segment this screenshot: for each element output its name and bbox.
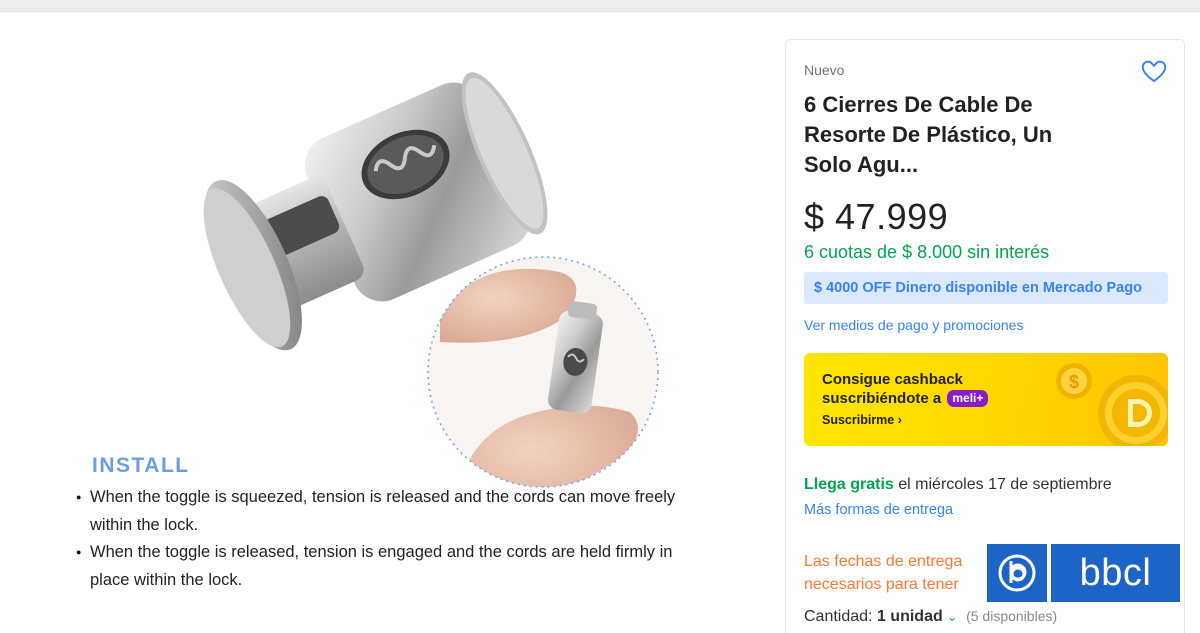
install-instructions: When the toggle is squeezed, tension is … — [76, 484, 676, 594]
product-title: 6 Cierres De Cable De Resorte De Plástic… — [804, 92, 1053, 177]
free-shipping-label: Llega gratis — [804, 476, 894, 493]
delivery-date: el miércoles 17 de septiembre — [893, 476, 1112, 493]
install-heading: INSTALL — [92, 454, 190, 477]
bbcl-watermark: bbcl — [987, 544, 1180, 602]
chevron-right-icon: › — [897, 413, 902, 427]
svg-text:$: $ — [1069, 372, 1079, 392]
product-price: $ 47.999 — [804, 196, 949, 237]
top-bar — [0, 0, 1200, 12]
installments-text: 6 cuotas de $ 8.000 sin interés — [804, 242, 1050, 262]
cashback-banner[interactable]: Consigue cashback suscribiéndote a meli+… — [804, 353, 1168, 446]
heart-icon[interactable] — [1140, 58, 1168, 84]
payment-methods-link[interactable]: Ver medios de pago y promociones — [804, 317, 1023, 333]
product-image[interactable]: INSTALL When the toggle is squeezed, ten… — [0, 12, 770, 633]
install-bullet: When the toggle is released, tension is … — [76, 539, 676, 594]
cashback-line2-text: suscribiéndote a — [822, 390, 942, 407]
available-stock: (5 disponibles) — [966, 608, 1058, 624]
quantity-value: 1 unidad — [876, 608, 943, 625]
chevron-down-icon: ⌄ — [946, 609, 958, 624]
mercado-pago-discount-badge: $ 4000 OFF Dinero disponible en Mercado … — [804, 272, 1168, 304]
cashback-line2: suscribiéndote a meli+ — [822, 390, 989, 407]
quantity-selector[interactable]: Cantidad: 1 unidad ⌄ (5 disponibles) — [804, 608, 1057, 626]
watermark-text: bbcl — [1051, 544, 1180, 602]
biobio-logo-icon — [987, 544, 1047, 602]
coins-icon: $ — [1056, 363, 1168, 446]
meli-plus-badge: meli+ — [947, 390, 989, 407]
shipping-info: Llega gratis el miércoles 17 de septiemb… — [804, 476, 1112, 494]
more-delivery-options-link[interactable]: Más formas de entrega — [804, 502, 953, 518]
quantity-label: Cantidad: — [804, 608, 873, 625]
cashback-line1: Consigue cashback — [822, 371, 963, 388]
subscribe-label: Suscribirme — [822, 413, 895, 427]
subscribe-link[interactable]: Suscribirme › — [822, 413, 902, 427]
condition-label: Nuevo — [804, 62, 845, 78]
install-bullet: When the toggle is squeezed, tension is … — [76, 484, 676, 539]
